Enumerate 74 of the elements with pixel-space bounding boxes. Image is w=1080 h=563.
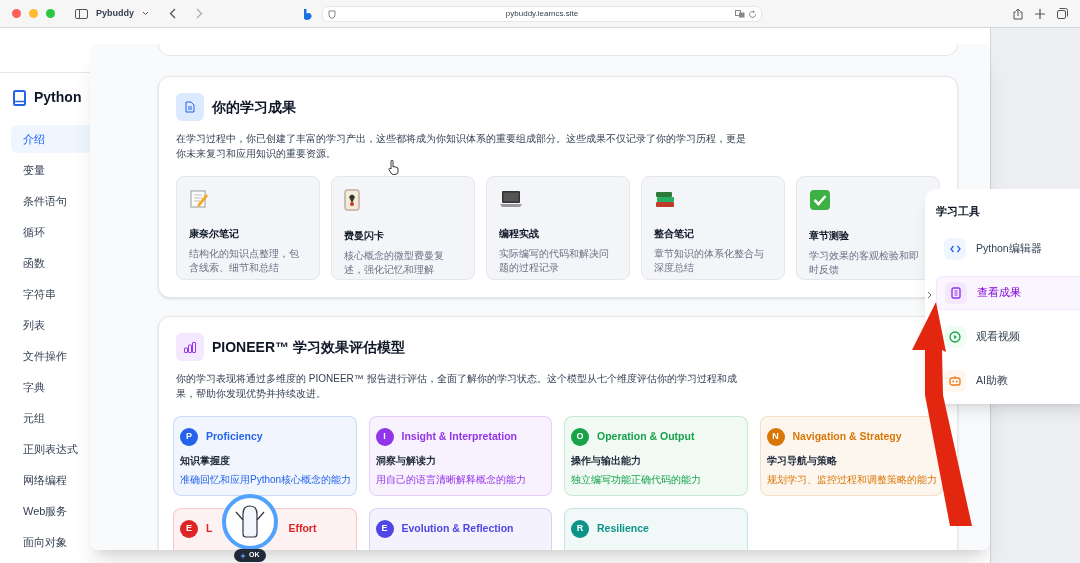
checkmark-icon <box>809 189 831 213</box>
plus-icon[interactable] <box>1035 8 1045 19</box>
dimension-title: Evolution & Reflection <box>401 521 514 537</box>
dimension-description: 用自己的语言清晰解释概念的能力 <box>375 473 527 487</box>
close-icon[interactable] <box>12 9 21 18</box>
outcome-card[interactable]: 费曼闪卡 核心概念的微型费曼复述，强化记忆和理解 <box>331 176 475 280</box>
book-icon <box>13 89 26 106</box>
outcome-card[interactable]: 康奈尔笔记 结构化的知识点整理，包含线索、细节和总结 <box>176 176 320 280</box>
card-title: 章节测验 <box>809 229 850 243</box>
shield-icon <box>328 10 336 19</box>
tool-item[interactable]: 查看成果 <box>936 275 1080 310</box>
sidebar-title: Python <box>34 88 82 107</box>
outcome-card[interactable]: 整合笔记 章节知识的体系化整合与深度总结 <box>641 176 785 280</box>
dimension-title: Proficiency <box>206 429 263 445</box>
card-description: 实际编写的代码和解决问题的过程记录 <box>499 247 610 275</box>
address-bar[interactable]: pybuddy.learncs.site <box>322 6 762 22</box>
sidebar-icon[interactable] <box>75 8 88 19</box>
notebook-icon <box>945 281 967 304</box>
section-description: 在学习过程中，你已创建了丰富的学习产出，这些都将成为你知识体系的重要组成部分。这些成果不仅记录了你的学习历程，更是你未来复习和应用知识的重要资源。 <box>176 132 747 161</box>
letter-badge: O <box>571 428 589 446</box>
share-icon[interactable] <box>1013 7 1023 20</box>
tool-label: Python编辑器 <box>976 240 1042 256</box>
logo-icon[interactable] <box>304 9 312 20</box>
dimension-description: 独立编写功能正确代码的能力 <box>571 473 702 487</box>
tool-label: AI助教 <box>976 372 1008 388</box>
chevron-down-icon[interactable] <box>142 11 149 16</box>
pointer-cursor-icon <box>388 160 400 175</box>
letter-badge: P <box>180 428 198 446</box>
dimension-title: Navigation & Strategy <box>792 429 902 445</box>
url-text: pybuddy.learncs.site <box>505 8 579 20</box>
playing-card-icon <box>344 189 360 213</box>
back-icon[interactable] <box>169 8 176 19</box>
section-title: PIONEER™ 学习效果评估模型 <box>212 337 405 357</box>
tabs-icon[interactable] <box>1057 8 1068 19</box>
letter-badge: I <box>375 428 394 446</box>
dimension-subtitle: 操作与输出能力 <box>571 454 642 468</box>
letter-badge: E <box>180 520 198 538</box>
dimension-title: Insight & Interpretation <box>401 429 517 445</box>
card-title: 费曼闪卡 <box>344 229 385 243</box>
card-title: 编程实战 <box>499 227 540 241</box>
dimension-description: 准确回忆和应用Python核心概念的能力 <box>180 473 350 487</box>
card-description: 学习效果的客观检验和即时反馈 <box>809 249 920 277</box>
document-icon <box>176 93 204 121</box>
tool-label: 查看成果 <box>977 284 1021 300</box>
letter-badge: E <box>375 520 394 538</box>
letter-badge: R <box>571 520 589 538</box>
card-description: 结构化的知识点整理，包含线索、细节和总结 <box>189 247 300 275</box>
card-description: 章节知识的体系化整合与深度总结 <box>654 247 765 275</box>
letter-badge: N <box>766 428 785 446</box>
dimension-title: Effort <box>288 521 317 537</box>
section-description: 你的学习表现将通过多维度的 PIONEER™ 报告进行评估，全面了解你的学习状态。这个模型从七个维度评估你的学习过程和成果，帮助你发现优势并持续改进。 <box>176 372 738 401</box>
dimension-subtitle: 洞察与解读力 <box>375 454 437 468</box>
dimension-subtitle: 学习导航与策略 <box>766 454 838 468</box>
dimension-description: 规划学习、监控过程和调整策略的能力 <box>766 473 936 487</box>
section-title: 你的学习成果 <box>212 97 296 117</box>
dimension-subtitle: 知识掌握度 <box>180 454 231 468</box>
dimension-title: Operation & Output <box>597 429 695 445</box>
bar-chart-icon <box>176 333 204 361</box>
chevron-right-icon[interactable] <box>927 291 932 299</box>
sparkle-icon <box>240 552 246 559</box>
card-description: 核心概念的微型费曼复述，强化记忆和理解 <box>344 249 445 277</box>
outcome-card[interactable]: 编程实战 实际编写的代码和解决问题的过程记录 <box>486 176 630 280</box>
tab-group-label[interactable]: Pybuddy <box>96 6 134 21</box>
dimension-title: Resilience <box>597 521 649 537</box>
reload-icon[interactable] <box>748 10 757 19</box>
robot-icon <box>944 369 966 392</box>
dimension-title: L <box>206 521 213 537</box>
tool-label: 观看视频 <box>976 328 1020 344</box>
figure-icon <box>233 504 267 540</box>
play-icon <box>944 325 966 348</box>
code-icon <box>944 237 966 260</box>
card-title: 整合笔记 <box>654 227 695 241</box>
translate-icon[interactable] <box>735 10 745 18</box>
card-title: 康奈尔笔记 <box>189 227 240 241</box>
